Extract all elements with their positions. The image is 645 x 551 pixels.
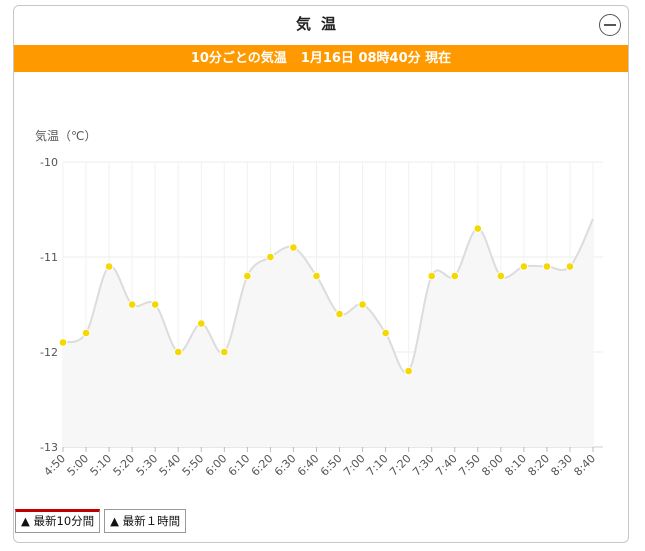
data-point: [542, 262, 552, 271]
x-tick-label: 8:40: [571, 452, 598, 479]
data-point: [243, 271, 252, 281]
data-point: [496, 271, 506, 281]
x-tick-label: 7:50: [456, 452, 483, 479]
x-tick-label: 7:40: [433, 452, 460, 479]
x-tick-label: 7:10: [364, 452, 391, 479]
data-point: [289, 243, 298, 252]
x-tick-label: 6:40: [295, 452, 322, 479]
x-tick-label: 5:30: [134, 452, 161, 479]
data-point: [58, 338, 68, 347]
data-point: [519, 262, 529, 271]
x-tick-label: 7:20: [387, 452, 414, 479]
x-tick-label: 8:30: [548, 452, 575, 479]
data-point: [104, 262, 114, 271]
x-tick-label: 5:20: [111, 452, 138, 479]
x-tick-label: 6:50: [318, 452, 345, 479]
data-point: [450, 271, 460, 281]
x-tick-label: 8:10: [502, 452, 529, 479]
x-tick-label: 8:20: [525, 452, 552, 479]
data-point: [81, 328, 91, 338]
x-tick-label: 7:00: [341, 452, 368, 479]
y-axis-label: 気温（℃）: [35, 128, 96, 143]
temperature-chart: 気温（℃） -10 -11 -12 -134:505:005:105:205:305:4…: [35, 128, 603, 479]
x-tick-label: 5:50: [180, 452, 207, 479]
data-point: [150, 300, 160, 309]
x-tick-label: 4:50: [41, 452, 68, 479]
data-point: [196, 319, 206, 328]
y-tick-label: -13: [40, 441, 58, 454]
period-tabs: ▲ 最新10分間 ▲ 最新１時間: [15, 509, 187, 533]
y-tick-label: -11: [40, 251, 58, 264]
data-point: [127, 300, 137, 309]
x-tick-label: 6:10: [226, 452, 253, 479]
x-tick-label: 6:20: [249, 452, 276, 479]
x-tick-label: 7:30: [410, 452, 437, 479]
data-point: [473, 224, 483, 233]
data-point: [565, 262, 575, 271]
x-tick-label: 8:00: [479, 452, 506, 479]
y-tick-label: -12: [40, 346, 58, 359]
x-tick-label: 6:30: [272, 452, 299, 479]
data-point: [173, 347, 183, 357]
data-point: [266, 252, 275, 262]
data-point: [220, 347, 229, 357]
data-point: [381, 328, 390, 338]
data-point: [427, 271, 436, 281]
data-point: [404, 366, 413, 376]
tab-latest-1hour[interactable]: ▲ 最新１時間: [104, 509, 187, 533]
x-tick-label: 6:00: [203, 452, 230, 479]
data-point: [312, 271, 321, 281]
series-area: [63, 219, 593, 447]
data-point: [358, 300, 367, 309]
data-point: [335, 309, 344, 319]
tab-latest-10min[interactable]: ▲ 最新10分間: [15, 509, 101, 533]
y-tick-label: -10: [40, 156, 58, 169]
x-tick-label: 5:40: [157, 452, 184, 479]
x-tick-label: 5:10: [88, 452, 115, 479]
x-tick-label: 5:00: [65, 452, 92, 479]
